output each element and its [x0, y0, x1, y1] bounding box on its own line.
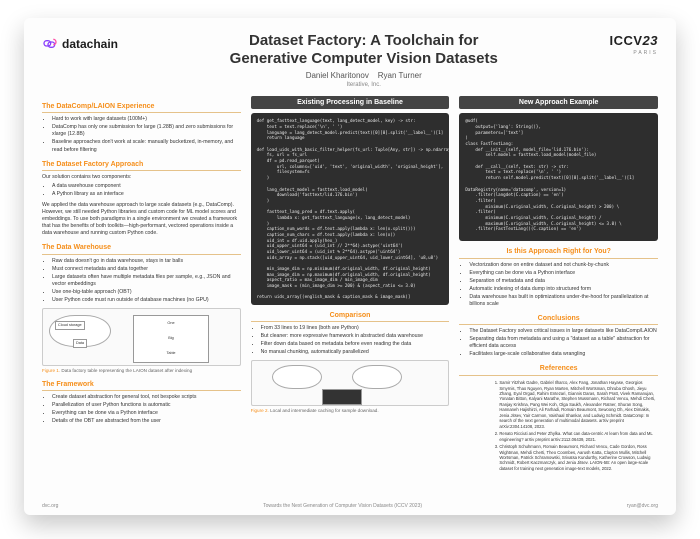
bullet-list: From 33 lines to 19 lines (both are Pyth…: [261, 325, 450, 356]
title-line2: Generative Computer Vision Datasets: [230, 50, 498, 67]
conf-year: 23: [643, 33, 658, 48]
figure-label-prefix: Figure 2.: [251, 408, 269, 413]
list-item: Baseline approaches don't work at scale:…: [52, 139, 241, 153]
poster: datachain Dataset Factory: A Toolchain f…: [24, 18, 676, 515]
chain-icon: [42, 36, 58, 52]
fig-label: Data: [73, 339, 87, 348]
author-2: Ryan Turner: [378, 71, 422, 80]
poster-header: datachain Dataset Factory: A Toolchain f…: [42, 32, 658, 88]
list-item: Everything can be done via a Python inte…: [52, 410, 241, 417]
fig-cell: Big: [168, 336, 174, 341]
dark-heading: Existing Processing in Baseline: [251, 96, 450, 109]
section-title: Comparison: [251, 311, 450, 322]
title-block: Dataset Factory: A Toolchain for Generat…: [118, 32, 609, 88]
list-item: No manual chunking, automatically parall…: [261, 349, 450, 356]
fig-table: One Big Table: [133, 315, 209, 363]
authors: Daniel Kharitonov Ryan Turner: [118, 71, 609, 80]
list-item: Filter down data based on metadata befor…: [261, 341, 450, 348]
figure-label-prefix: Figure 1.: [42, 368, 60, 373]
section-title: The Framework: [42, 380, 241, 391]
conf-acronym: ICCV: [609, 33, 642, 48]
list-item: Everything can be done via a Python inte…: [469, 270, 658, 277]
sponsor-name: datachain: [62, 37, 118, 51]
list-item: Automatic indexing of data dump into str…: [469, 286, 658, 293]
bullet-list: Hard to work with large datasets (100M+)…: [52, 116, 241, 153]
dark-heading: New Approach Example: [459, 96, 658, 109]
conf-city: PARIS: [609, 50, 658, 56]
reference-item: Renato Ricciuti and Peter Zhylka. What c…: [499, 431, 658, 442]
list-item: Must connect metadata and data together: [52, 266, 241, 273]
list-item: A data warehouse component: [52, 183, 241, 190]
figure-1: Cloud storage One Big Table Data: [42, 308, 241, 366]
list-item: Data warehouse has built in optimization…: [469, 294, 658, 308]
section-title: The DataComp/LAION Experience: [42, 102, 241, 113]
poster-title: Dataset Factory: A Toolchain for Generat…: [118, 32, 609, 68]
list-item: Raw data doesn't go in data warehouse, s…: [52, 258, 241, 265]
paragraph: We applied the data warehouse approach t…: [42, 202, 241, 237]
section-title: References: [459, 364, 658, 375]
section-title: The Data Warehouse: [42, 243, 241, 254]
stage: datachain Dataset Factory: A Toolchain f…: [0, 0, 700, 539]
list-item: Hard to work with large datasets (100M+): [52, 116, 241, 123]
reference-item: Samir Yitzhak Gadre, Gabriel Ilharco, Al…: [499, 380, 658, 429]
reference-item: Christoph Schuhmann, Romain Beaumont, Ri…: [499, 444, 658, 471]
bullet-list: The Dataset Factory solves critical issu…: [469, 328, 658, 358]
reference-list: Samir Yitzhak Gadre, Gabriel Ilharco, Al…: [459, 380, 658, 471]
bullet-list: A data warehouse component A Python libr…: [52, 183, 241, 198]
list-item: From 33 lines to 19 lines (both are Pyth…: [261, 325, 450, 332]
poster-body: The DataComp/LAION Experience Hard to wo…: [42, 96, 658, 506]
list-item: Create dataset abstraction for general t…: [52, 394, 241, 401]
figure-caption: Figure 1. Data factory table representin…: [42, 368, 241, 374]
list-item: Separation of metadata and data: [469, 278, 658, 285]
figure-caption-text: Local and intermediate caching for sampl…: [270, 408, 379, 413]
poster-footer: dvc.org Towards the Next Generation of C…: [42, 503, 658, 509]
list-item: Large datasets often have multiple metad…: [52, 274, 241, 288]
title-line1: Dataset Factory: A Toolchain for: [249, 32, 478, 49]
list-item: Facilitates large-scale collaborative da…: [469, 351, 658, 358]
list-item: The Dataset Factory solves critical issu…: [469, 328, 658, 335]
list-item: Parallelization of user Python functions…: [52, 402, 241, 409]
bullet-list: Vectorization done on entire dataset and…: [469, 262, 658, 308]
fig-cell: One: [167, 321, 174, 326]
column-left: The DataComp/LAION Experience Hard to wo…: [42, 96, 241, 506]
cloud-icon: [352, 365, 402, 389]
footer-right: ryan@dvc.org: [627, 503, 658, 509]
footer-center: Towards the Next Generation of Computer …: [263, 503, 422, 509]
affiliation: Iterative, Inc.: [118, 82, 609, 88]
list-item: User Python code must run outside of dat…: [52, 297, 241, 304]
server-icon: [322, 389, 362, 405]
list-item: Use one-big-table approach (OBT): [52, 289, 241, 296]
column-middle: Existing Processing in Baseline def get_…: [251, 96, 450, 506]
list-item: Details of the OBT are abstracted from t…: [52, 418, 241, 425]
section-title: Conclusions: [459, 314, 658, 325]
section-title: The Dataset Factory Approach: [42, 160, 241, 171]
bullet-list: Create dataset abstraction for general t…: [52, 394, 241, 425]
cloud-icon: [272, 365, 322, 389]
conference-badge: ICCV23 PARIS: [609, 32, 658, 56]
fig-label: Cloud storage: [55, 321, 85, 330]
sponsor-logo: datachain: [42, 36, 118, 52]
list-item: Vectorization done on entire dataset and…: [469, 262, 658, 269]
paragraph: Our solution contains two components:: [42, 174, 241, 181]
footer-left: dvc.org: [42, 503, 58, 509]
figure-caption: Figure 2. Local and intermediate caching…: [251, 408, 450, 414]
code-block-baseline: def get_fasttext_language(text, lang_det…: [251, 113, 450, 305]
column-right: New Approach Example @udf( output={'lang…: [459, 96, 658, 506]
section-title: Is this Approach Right for You?: [459, 247, 658, 258]
list-item: DataComp has only one submission for lar…: [52, 124, 241, 138]
fig-cell: Table: [166, 351, 175, 356]
author-1: Daniel Kharitonov: [306, 71, 369, 80]
figure-2: [251, 360, 450, 406]
list-item: Separating data from metadata and using …: [469, 336, 658, 350]
list-item: But cleaner: more expressive framework i…: [261, 333, 450, 340]
code-block-new: @udf( output={'lang': String()}, paramet…: [459, 113, 658, 241]
conference-name: ICCV23: [609, 33, 658, 48]
figure-caption-text: Data factory table representing the LAIO…: [61, 368, 192, 373]
bullet-list: Raw data doesn't go in data warehouse, s…: [52, 258, 241, 304]
list-item: A Python library as an interface: [52, 191, 241, 198]
